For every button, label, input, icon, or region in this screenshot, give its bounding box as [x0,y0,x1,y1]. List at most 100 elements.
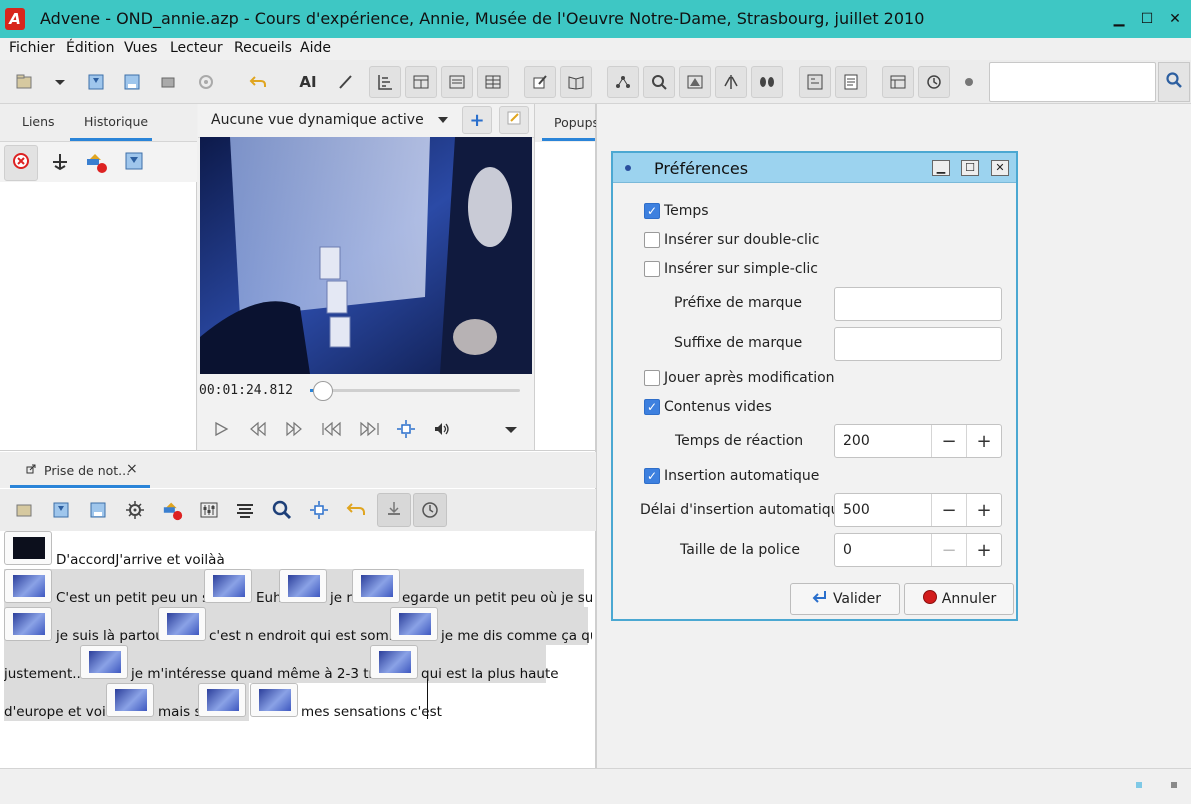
tab-historique[interactable]: Historique [84,114,148,129]
save-as-icon[interactable] [116,66,148,98]
clock-icon[interactable] [918,66,950,98]
note-insert-icon[interactable] [377,493,411,527]
skip-forward-icon[interactable] [358,421,380,441]
tab-prise-de-notes[interactable]: Prise de not... [44,463,130,478]
save-icon[interactable] [80,66,112,98]
delai-insertion-decrement[interactable]: − [931,494,966,526]
temps-checkbox[interactable]: ✓ [644,203,660,219]
video-mark-thumbnail[interactable] [352,569,400,603]
temps-reaction-decrement[interactable]: − [931,425,966,457]
refresh-record-icon[interactable] [85,150,109,178]
video-mark-thumbnail[interactable] [390,607,438,641]
import-icon[interactable] [152,66,184,98]
resize-grip-icon[interactable] [1171,782,1177,788]
browser-icon[interactable] [441,66,473,98]
annuler-button[interactable]: Annuler [904,583,1014,615]
note-zoom-icon[interactable] [265,493,299,527]
zoom-icon[interactable] [643,66,675,98]
suffixe-input[interactable] [834,327,1002,361]
jouer-apres-modification-checkbox[interactable] [644,370,660,386]
search-button[interactable] [1158,62,1190,102]
menu-recueils[interactable]: Recueils [234,40,292,56]
contenus-vides-checkbox[interactable]: ✓ [644,399,660,415]
note-fullscreen-icon[interactable] [302,493,336,527]
taille-police-decrement[interactable]: − [931,534,966,566]
edit-pen-icon[interactable] [330,66,362,98]
dialog-minimize-button[interactable]: ▁ [932,160,950,176]
video-mark-thumbnail[interactable] [80,645,128,679]
record-icon[interactable] [953,66,985,98]
save-history-icon[interactable] [124,151,144,175]
menu-vues[interactable]: Vues [124,40,157,56]
anchor-icon[interactable] [50,152,70,176]
open-package-icon[interactable] [8,66,40,98]
video-mark-thumbnail[interactable] [4,569,52,603]
delai-insertion-value[interactable]: 500 [835,494,931,526]
inserer-simple-clic-checkbox[interactable] [644,261,660,277]
video-mark-thumbnail[interactable] [4,531,52,565]
prefixe-input[interactable] [834,287,1002,321]
video-mark-thumbnail[interactable] [370,645,418,679]
add-view-button[interactable]: + [462,106,492,134]
menu-lecteur[interactable]: Lecteur [170,40,223,56]
note-settings-icon[interactable] [118,493,152,527]
video-mark-thumbnail[interactable] [250,683,298,717]
taille-police-increment[interactable]: + [966,534,1001,566]
grid-icon[interactable] [477,66,509,98]
text-icon[interactable]: AI [292,66,324,98]
video-mark-thumbnail[interactable] [279,569,327,603]
video-mark-thumbnail[interactable] [106,683,154,717]
compare-icon[interactable] [715,66,747,98]
note-align-icon[interactable] [228,493,262,527]
note-clock-icon[interactable] [413,493,447,527]
dialog-close-button[interactable]: ✕ [991,160,1009,176]
dropdown-icon[interactable] [44,66,76,98]
tab-liens[interactable]: Liens [22,114,55,129]
valider-button[interactable]: Valider [790,583,900,615]
query-icon[interactable] [799,66,831,98]
note-save-icon[interactable] [44,493,78,527]
list-icon[interactable] [835,66,867,98]
note-save-as-icon[interactable] [81,493,115,527]
player-menu-chevron-icon[interactable] [504,424,518,439]
note-text-area[interactable]: D'accordJ'arrive et voilàà C'est un peti… [4,531,592,767]
dynamic-view-select[interactable]: Aucune vue dynamique active [203,106,457,134]
close-window-button[interactable]: ✕ [1166,10,1184,28]
skip-back-icon[interactable] [321,421,343,441]
forward-icon[interactable] [285,421,303,441]
inserer-double-clic-checkbox[interactable] [644,232,660,248]
video-mark-thumbnail[interactable] [158,607,206,641]
temps-reaction-value[interactable]: 200 [835,425,931,457]
volume-icon[interactable] [433,421,451,441]
seek-slider[interactable] [310,389,520,392]
note-open-icon[interactable] [7,493,41,527]
video-mark-thumbnail[interactable] [204,569,252,603]
note-edit-icon[interactable] [524,66,556,98]
book-icon[interactable] [560,66,592,98]
temps-reaction-increment[interactable]: + [966,425,1001,457]
taille-police-spinner[interactable]: 0 − + [834,533,1002,567]
menu-edition[interactable]: Édition [66,40,114,56]
clear-history-button[interactable] [4,145,38,181]
menu-aide[interactable]: Aide [300,40,331,56]
menu-fichier[interactable]: Fichier [9,40,55,56]
note-refresh-record-icon[interactable] [156,493,190,527]
undo-icon[interactable] [242,66,274,98]
timeline-icon[interactable] [369,66,401,98]
eyes-icon[interactable] [751,66,783,98]
dialog-maximize-button[interactable]: ☐ [961,160,979,176]
detach-icon[interactable] [26,463,36,478]
play-icon[interactable] [213,421,229,441]
search-input[interactable] [989,62,1156,102]
table-icon[interactable] [405,66,437,98]
video-mark-thumbnail[interactable] [4,607,52,641]
video-mark-thumbnail[interactable] [198,683,246,717]
annotate-icon[interactable] [679,66,711,98]
temps-reaction-spinner[interactable]: 200 − + [834,424,1002,458]
note-mixer-icon[interactable] [192,493,226,527]
video-player[interactable] [200,137,532,374]
panel-icon[interactable] [882,66,914,98]
disabled-icon[interactable] [190,66,222,98]
network-icon[interactable] [607,66,639,98]
fullscreen-icon[interactable] [396,419,416,443]
